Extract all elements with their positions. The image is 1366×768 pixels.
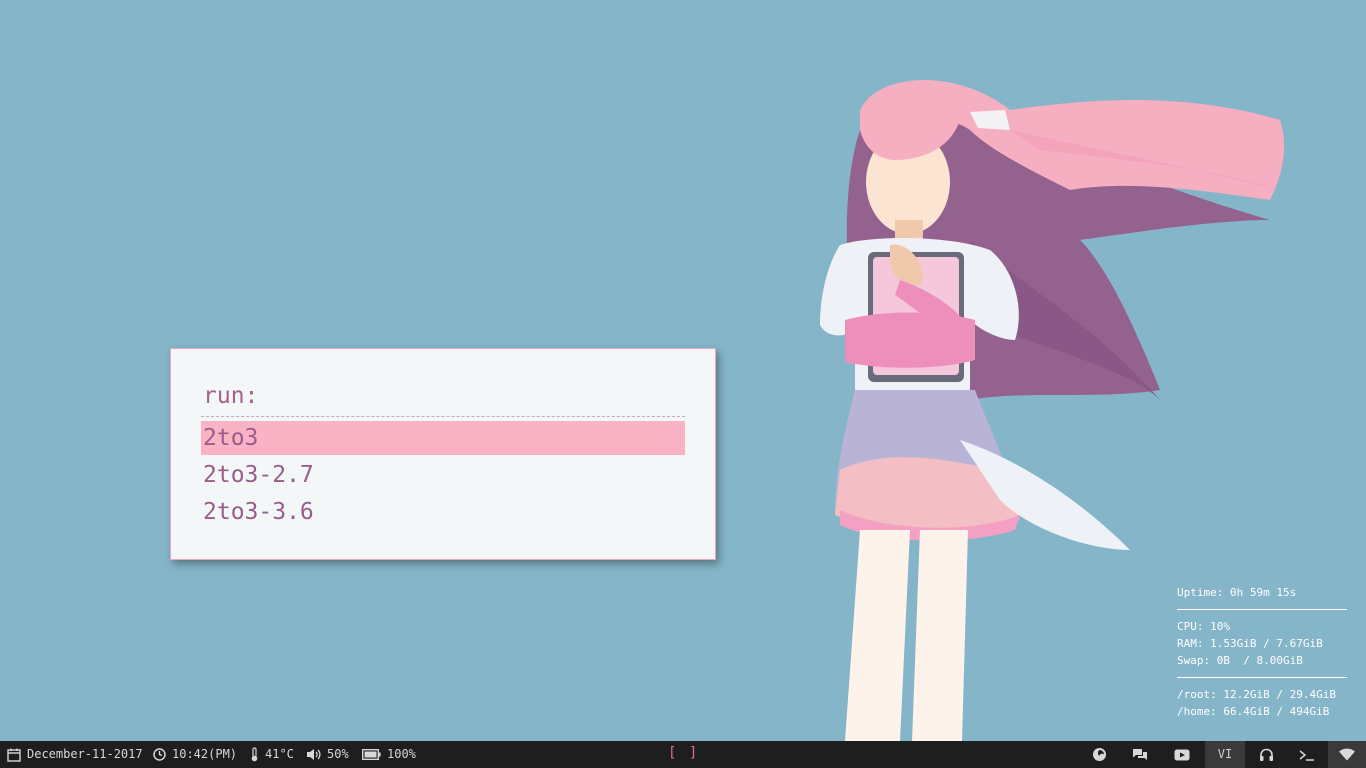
clock-icon	[153, 748, 166, 761]
swap-label: Swap: 0B / 8.00GiB	[1177, 654, 1303, 667]
firefox-launcher[interactable]	[1085, 741, 1113, 768]
calendar-icon	[7, 748, 21, 762]
time-label: 10:42(PM)	[172, 747, 238, 761]
thermometer-icon	[251, 747, 258, 762]
taskbar: December-11-2017 10:42(PM) 41°C 50% 100%…	[0, 741, 1366, 768]
uptime-label: Uptime: 0h 59m 15s	[1177, 586, 1297, 599]
battery-widget[interactable]: 100%	[362, 741, 416, 768]
time-widget[interactable]: 10:42(PM)	[153, 741, 237, 768]
root-disk-label: /root: 12.2GiB / 29.4GiB	[1177, 688, 1336, 701]
temperature-label: 41°C	[265, 747, 294, 761]
date-widget[interactable]: December-11-2017	[7, 741, 143, 768]
workspace-indicator[interactable]: [ ]	[668, 741, 699, 766]
chat-launcher[interactable]	[1126, 741, 1154, 768]
youtube-launcher[interactable]	[1168, 741, 1196, 768]
terminal-launcher[interactable]	[1293, 741, 1321, 768]
home-disk-label: /home: 66.4GiB / 494GiB	[1177, 705, 1330, 718]
battery-icon	[362, 749, 381, 760]
monitor-divider	[1177, 609, 1347, 610]
firefox-icon	[1092, 748, 1106, 761]
headphones-icon	[1259, 748, 1273, 761]
date-label: December-11-2017	[27, 747, 143, 761]
run-prompt: run:	[203, 383, 259, 409]
chat-icon	[1133, 749, 1147, 760]
monitor-divider	[1177, 677, 1347, 678]
temperature-widget[interactable]: 41°C	[250, 741, 294, 768]
wifi-widget[interactable]	[1328, 741, 1366, 768]
ram-label: RAM: 1.53GiB / 7.67GiB	[1177, 637, 1323, 650]
youtube-icon	[1174, 749, 1190, 760]
vi-mode-indicator[interactable]: VI	[1205, 741, 1245, 768]
terminal-icon	[1299, 749, 1314, 761]
volume-widget[interactable]: 50%	[306, 741, 349, 768]
volume-label: 50%	[327, 747, 349, 761]
result-item-selected[interactable]: 2to3	[201, 421, 685, 455]
system-monitor: Uptime: 0h 59m 15s CPU: 10% RAM: 1.53GiB…	[1177, 584, 1347, 720]
cpu-label: CPU: 10%	[1177, 620, 1230, 633]
prompt-divider	[201, 416, 685, 417]
battery-label: 100%	[387, 747, 416, 761]
music-launcher[interactable]	[1252, 741, 1280, 768]
result-item[interactable]: 2to3-2.7	[201, 458, 685, 492]
result-item[interactable]: 2to3-3.6	[201, 495, 685, 529]
volume-icon	[307, 749, 321, 760]
wifi-icon	[1339, 748, 1355, 761]
run-launcher[interactable]: run: 2to3 2to3-2.7 2to3-3.6	[170, 348, 716, 560]
